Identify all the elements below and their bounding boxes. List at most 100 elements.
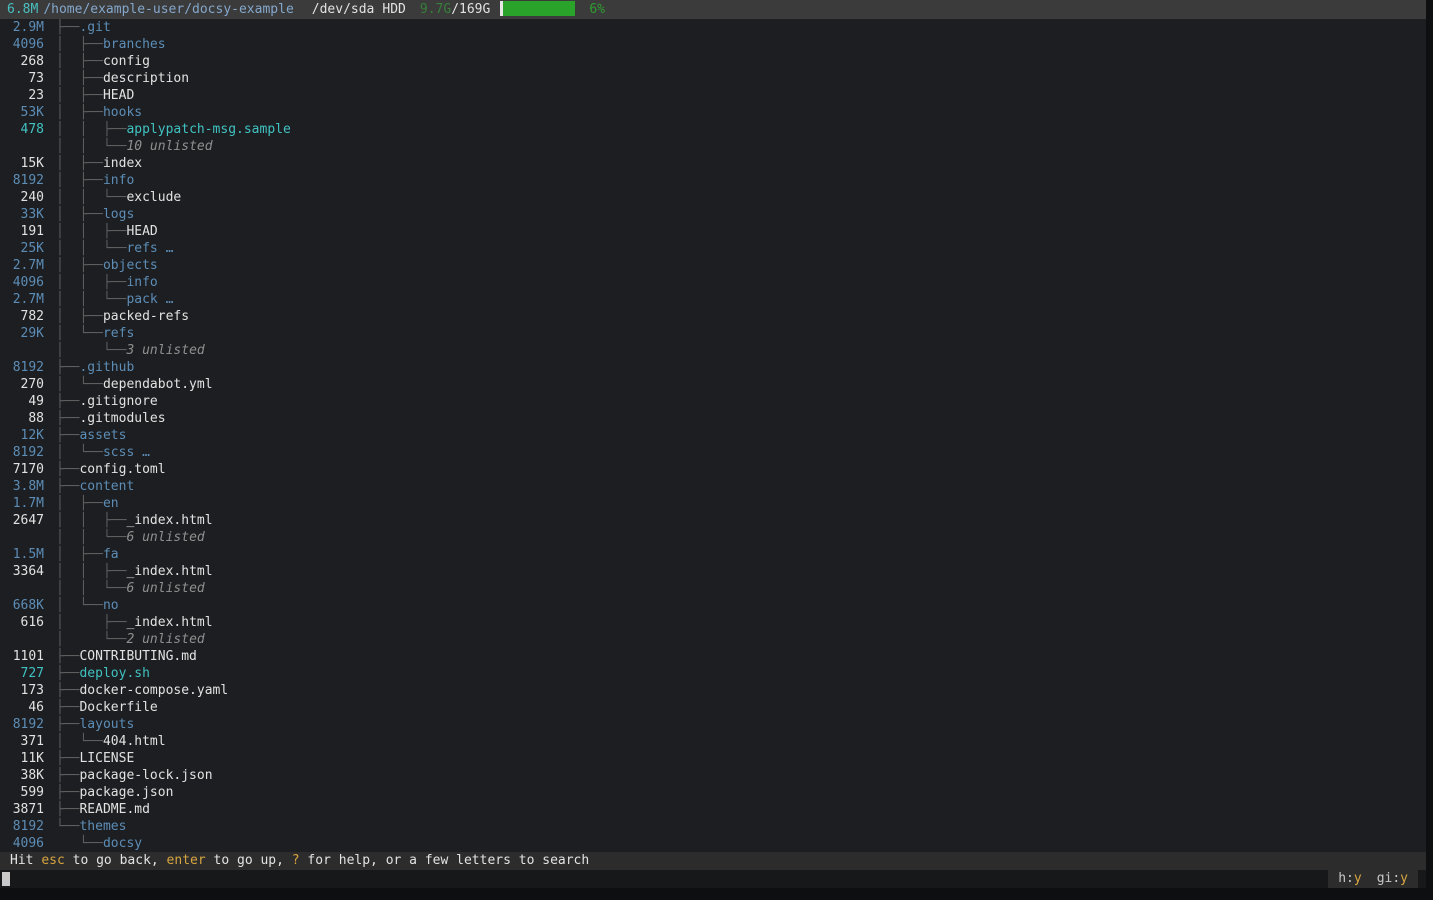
entry-size	[12, 631, 44, 648]
tree-row[interactable]: 1.5M│ ├──fa	[0, 546, 1426, 563]
entry-size: 4096	[12, 36, 44, 53]
entry-size: 2647	[12, 512, 44, 529]
entry-size: 15K	[12, 155, 44, 172]
tree-row[interactable]: 11K├──LICENSE	[0, 750, 1426, 767]
entry-name: .git	[79, 19, 110, 36]
tree-branch-lines: ├──	[56, 461, 79, 478]
tree-branch-lines: ├──	[56, 410, 79, 427]
tree-row[interactable]: 371│ └──404.html	[0, 733, 1426, 750]
tree-branch-lines: │ └──	[56, 376, 103, 393]
tree-branch-lines: │ │ └──	[56, 189, 126, 206]
tree-row[interactable]: 3871├──README.md	[0, 801, 1426, 818]
tree-row[interactable]: 15K│ ├──index	[0, 155, 1426, 172]
tree-row[interactable]: 782 │ ├──packed-refs	[0, 308, 1426, 325]
entry-name: _index.html	[126, 563, 212, 580]
tree-row[interactable]: 12K├──assets	[0, 427, 1426, 444]
tree-branch-lines: │ │ └──	[56, 138, 126, 155]
entry-size: 371	[12, 733, 44, 750]
tree-row[interactable]: 478│ │ ├──applypatch-msg.sample	[0, 121, 1426, 138]
tree-row[interactable]: 8192└──themes	[0, 818, 1426, 835]
tree-row[interactable]: 2.7M│ ├──objects	[0, 257, 1426, 274]
tree-row[interactable]: 8192├──layouts	[0, 716, 1426, 733]
tree-row[interactable]: 53K│ ├──hooks	[0, 104, 1426, 121]
entry-size: 727	[12, 665, 44, 682]
tree-branch-lines: ├──	[56, 801, 79, 818]
entry-name: HEAD	[103, 87, 134, 104]
mode-flags[interactable]: h:y gi:y	[1328, 870, 1418, 888]
entry-size: 782	[12, 308, 44, 325]
tree-branch-lines: ├──	[56, 359, 79, 376]
tree-row[interactable]: 599├──package.json	[0, 784, 1426, 801]
entry-name: LICENSE	[79, 750, 134, 767]
tree-row[interactable]: 38K├──package-lock.json	[0, 767, 1426, 784]
tree-branch-lines: └──	[56, 818, 79, 835]
tree-row[interactable]: 1.7M│ ├──en	[0, 495, 1426, 512]
tree-branch-lines: │ │ ├──	[56, 274, 126, 291]
entry-size	[12, 580, 44, 597]
entry-size: 11K	[12, 750, 44, 767]
tree-branch-lines: │ │ └──	[56, 240, 126, 257]
tree-branch-lines: │ │ ├──	[56, 121, 126, 138]
tree-row[interactable]: 23│ ├──HEAD	[0, 87, 1426, 104]
tree-row[interactable]: 73│ ├──description	[0, 70, 1426, 87]
tree-row[interactable]: 668K│ └──no	[0, 597, 1426, 614]
tree-row[interactable]: 29K│ └──refs	[0, 325, 1426, 342]
tree-row[interactable]: 8192│ ├──info	[0, 172, 1426, 189]
tree-row[interactable]: 4096│ ├──branches	[0, 36, 1426, 53]
tree-row[interactable]: │ │ └──10 unlisted	[0, 138, 1426, 155]
entry-name: packed-refs	[103, 308, 189, 325]
entry-name: content	[79, 478, 134, 495]
tree-row[interactable]: 8192│ └──scss …	[0, 444, 1426, 461]
tree-row[interactable]: 616│ ├──_index.html	[0, 614, 1426, 631]
tree-branch-lines: │ ├──	[56, 308, 103, 325]
tree-row[interactable]: 1101├──CONTRIBUTING.md	[0, 648, 1426, 665]
entry-size: 29K	[12, 325, 44, 342]
tree-branch-lines: │ │ ├──	[56, 512, 126, 529]
status-text: for help, or a few letters to search	[300, 853, 590, 868]
tree-row[interactable]: 88├──.gitmodules	[0, 410, 1426, 427]
tree-row[interactable]: 240│ │ └──exclude	[0, 189, 1426, 206]
tree-row[interactable]: 46├──Dockerfile	[0, 699, 1426, 716]
tree-row[interactable]: 3364│ │ ├──_index.html	[0, 563, 1426, 580]
entry-size: 3.8M	[12, 478, 44, 495]
tree-branch-lines: │ └──	[56, 733, 103, 750]
tree-row[interactable]: 4096 └──docsy	[0, 835, 1426, 852]
tree-row[interactable]: 7170├──config.toml	[0, 461, 1426, 478]
tree-row[interactable]: 33K│ ├──logs	[0, 206, 1426, 223]
tree-row[interactable]: 2.7M│ │ └──pack …	[0, 291, 1426, 308]
tree-row[interactable]: 49├──.gitignore	[0, 393, 1426, 410]
tree-row[interactable]: │ │ └──6 unlisted	[0, 529, 1426, 546]
tree-row[interactable]: │ └──2 unlisted	[0, 631, 1426, 648]
tree-row[interactable]: 173├──docker-compose.yaml	[0, 682, 1426, 699]
tree-row[interactable]: 2.9M├──.git	[0, 19, 1426, 36]
entry-size: 1101	[12, 648, 44, 665]
tree-row[interactable]: │ │ └──6 unlisted	[0, 580, 1426, 597]
search-input-line[interactable]: h:y gi:y	[0, 870, 1426, 888]
tree-row[interactable]: 25K│ │ └──refs …	[0, 240, 1426, 257]
tree-row[interactable]: 3.8M├──content	[0, 478, 1426, 495]
tree-row[interactable]: 191│ │ ├──HEAD	[0, 223, 1426, 240]
entry-size: 3364	[12, 563, 44, 580]
tree-row[interactable]: 270│ └──dependabot.yml	[0, 376, 1426, 393]
entry-size: 8192	[12, 172, 44, 189]
text-cursor	[2, 872, 10, 886]
flag-gi[interactable]: gi:y	[1377, 870, 1408, 888]
tree-row[interactable]: 727├──deploy.sh	[0, 665, 1426, 682]
entry-size: 23	[12, 87, 44, 104]
disk-type: HDD	[382, 2, 405, 17]
entry-size: 53K	[12, 104, 44, 121]
tree-row[interactable]: │ └──3 unlisted	[0, 342, 1426, 359]
tree-row[interactable]: 8192├──.github	[0, 359, 1426, 376]
tree-row[interactable]: 4096│ │ ├──info	[0, 274, 1426, 291]
status-key-hint: enter	[167, 853, 206, 868]
entry-name: themes	[79, 818, 126, 835]
tree-row[interactable]: 2647│ │ ├──_index.html	[0, 512, 1426, 529]
entry-name: applypatch-msg.sample	[126, 121, 290, 138]
current-path[interactable]: /home/example-user/docsy-example	[43, 2, 293, 17]
entry-name: docker-compose.yaml	[79, 682, 228, 699]
entry-name: Dockerfile	[79, 699, 157, 716]
flag-h[interactable]: h:y	[1338, 870, 1361, 888]
entry-name: en	[103, 495, 119, 512]
tree-row[interactable]: 268│ ├──config	[0, 53, 1426, 70]
disk-capacity: /169G	[451, 2, 490, 17]
